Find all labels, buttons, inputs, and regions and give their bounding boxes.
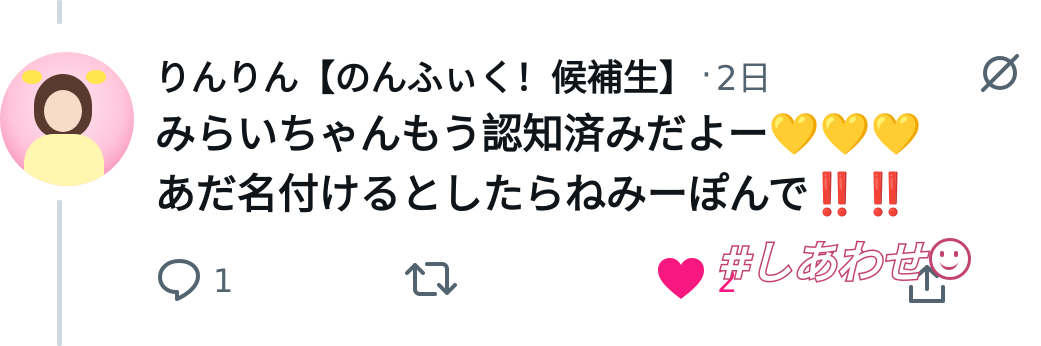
tweet-text-line-2: あだ名付けるとしたらねみーぽんで‼️‼️ (155, 170, 912, 218)
heart-filled-icon (655, 255, 707, 307)
smiley-face-icon (928, 238, 971, 280)
mute-circle-slash-icon[interactable] (975, 48, 1025, 98)
tweet-text-line-1: みらいちゃんもう認知済みだよー💛💛💛 (155, 110, 922, 158)
timestamp[interactable]: 2日 (716, 51, 772, 100)
reply-button[interactable]: 1 (155, 255, 233, 307)
double-exclamation-emoji: ‼️‼️ (808, 170, 912, 218)
avatar[interactable] (0, 52, 134, 186)
yellow-heart-emoji: 💛💛💛 (768, 110, 922, 158)
retweet-arrows-icon (405, 255, 457, 307)
reply-count: 1 (213, 262, 234, 300)
hashtag-sticker: #しあわせ (717, 228, 971, 291)
tweet-text: みらいちゃんもう認知済みだよー💛💛💛 あだ名付けるとしたらねみーぽんで‼️‼️ (155, 104, 1015, 224)
display-name[interactable]: りんりん【のんふぃく！候補生】 (155, 49, 695, 101)
thread-line-bottom (57, 200, 62, 346)
tweet-header: りんりん【のんふぃく！候補生】 · 2日 (155, 50, 771, 100)
thread-line-top (57, 0, 62, 24)
sticker-text: #しあわせ (717, 237, 927, 291)
reply-bubble-icon (155, 255, 203, 307)
header-separator: · (701, 55, 712, 95)
retweet-button[interactable] (405, 255, 467, 307)
